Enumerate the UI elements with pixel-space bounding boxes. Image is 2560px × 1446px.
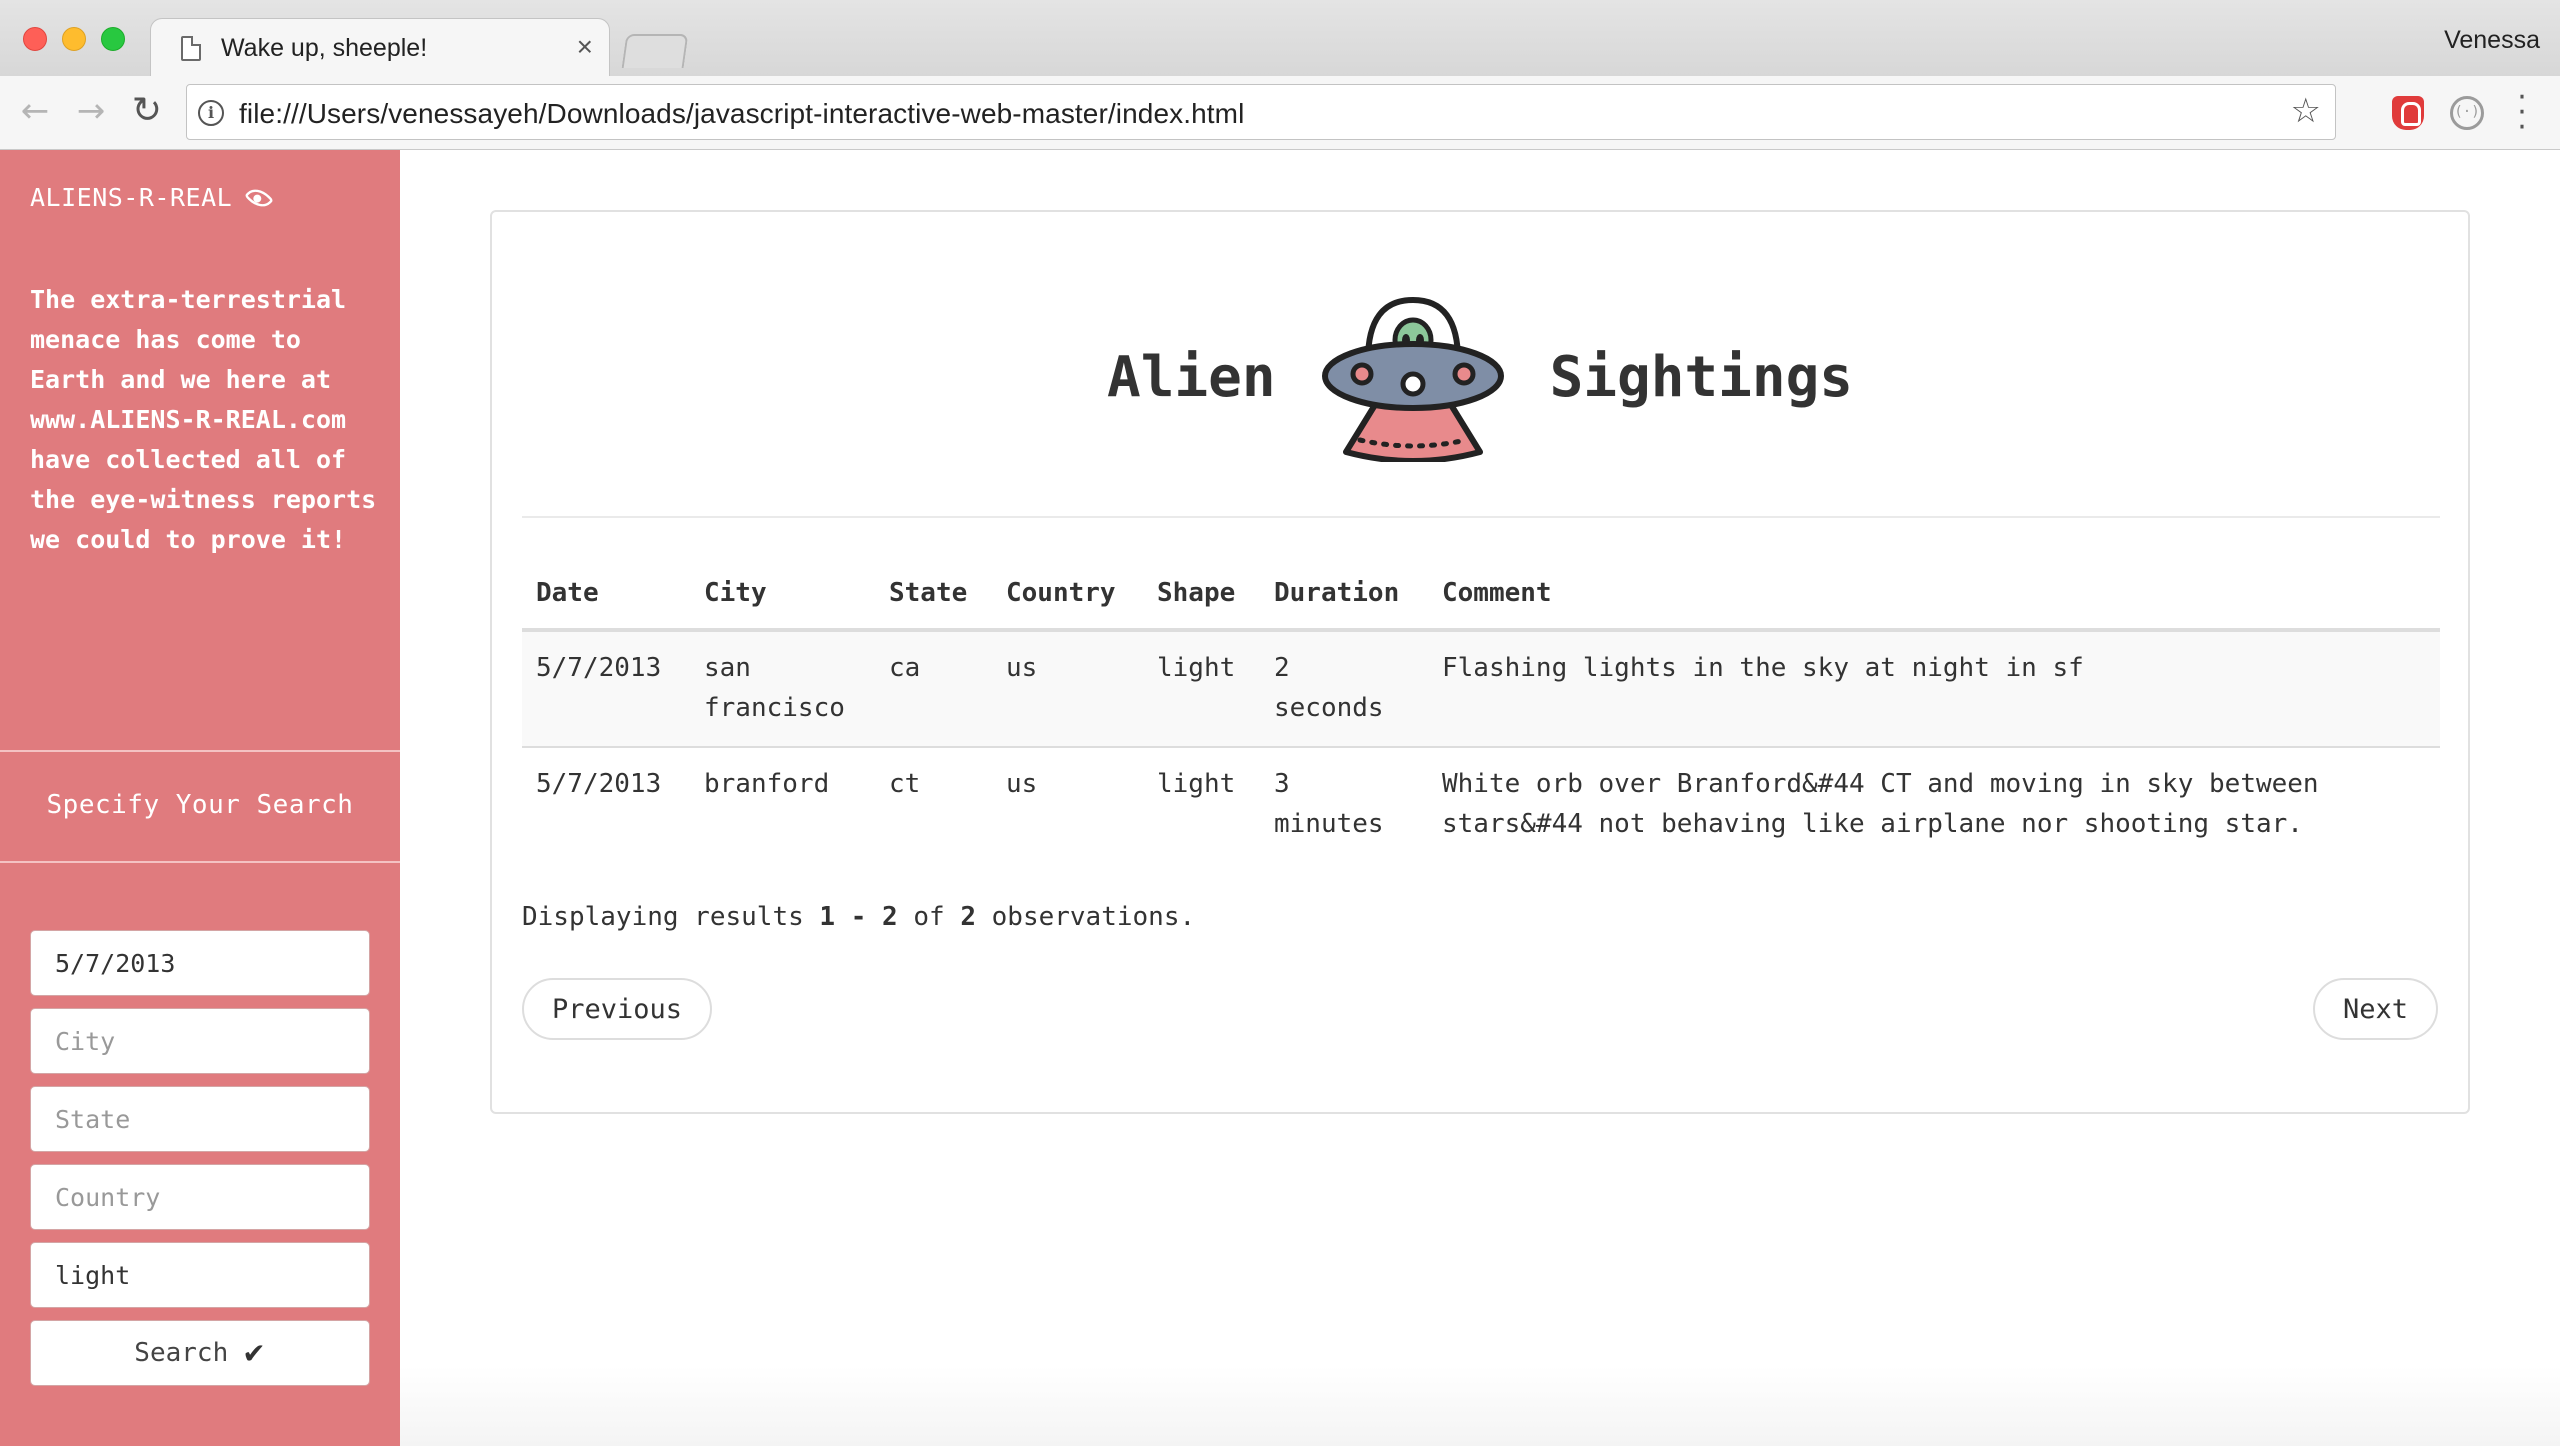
column-header-country[interactable]: Country [992,562,1143,632]
column-header-comment[interactable]: Comment [1428,562,2440,632]
table-row: 5/7/2013 san francisco ca us light 2 sec… [522,630,2440,748]
summary-of: of [897,902,961,932]
divider [0,750,400,752]
sightings-table: Date City State Country Shape Duration C… [522,562,2440,862]
browser-toolbar: ← → ↻ i file:///Users/venessayeh/Downloa… [0,76,2560,150]
cell-state: ct [889,769,921,799]
country-input[interactable] [30,1164,370,1230]
minimize-window-button[interactable] [62,27,86,51]
table-header-row: Date City State Country Shape Duration C… [522,562,2440,632]
zoom-window-button[interactable] [101,27,125,51]
column-header-city[interactable]: City [690,562,875,632]
eye-icon [244,182,274,213]
new-tab-button[interactable] [621,34,689,68]
divider [0,861,400,863]
state-input[interactable] [30,1086,370,1152]
document-icon [181,36,201,61]
header-divider [522,516,2440,518]
cell-city: san francisco [690,630,875,748]
browser-titlebar: Wake up, sheeple! × Venessa [0,0,2560,76]
browser-tab[interactable]: Wake up, sheeple! × [150,18,610,76]
results-summary: Displaying results 1 - 2 of 2 observatio… [522,902,1195,932]
forward-arrow-icon[interactable]: → [70,90,112,132]
cell-date: 5/7/2013 [536,769,662,799]
cell-country: us [992,630,1143,748]
bottom-shadow [400,1366,2560,1446]
tab-title: Wake up, sheeple! [221,34,428,62]
url-text[interactable]: file:///Users/venessayeh/Downloads/javas… [239,98,1244,130]
checkmark-icon: ✔ [242,1336,266,1370]
column-header-state[interactable]: State [875,562,992,632]
summary-prefix: Displaying results [522,902,820,932]
reload-icon[interactable]: ↻ [126,90,168,132]
title-right: Sightings [1549,344,1853,410]
ufo-icon [1321,296,1504,462]
cell-comment: White orb over Branford&#44 CT and movin… [1442,769,2319,839]
summary-start: 1 [819,902,836,932]
adblock-hand-icon[interactable] [2392,96,2424,130]
date-input[interactable] [30,930,370,996]
results-panel: Alien Sightings Date City State Country … [490,210,2470,1114]
column-header-shape[interactable]: Shape [1143,562,1260,632]
info-icon[interactable]: i [198,100,224,126]
brand[interactable]: ALIENS-R-REAL [30,182,274,213]
next-button[interactable]: Next [2312,978,2438,1040]
table-row: 5/7/2013 branford ct us light 3 minutes … [522,747,2440,862]
summary-total: 2 [960,902,976,932]
summary-suffix: observations. [975,902,1196,932]
cell-shape: light [1157,769,1236,799]
cell-duration: 3 minutes [1274,769,1384,839]
tab-close-button[interactable]: × [577,31,593,63]
kebab-menu-icon[interactable]: · · · [2512,83,2532,143]
extension-circle-icon[interactable]: (·) [2450,96,2484,130]
cell-state: ca [875,630,992,748]
cell-duration: 2 seconds [1260,630,1428,748]
column-header-duration[interactable]: Duration [1260,562,1428,632]
cell-city: branford [704,769,830,799]
page-header: Alien Sightings [492,292,2468,462]
summary-dash: - [835,902,883,932]
search-button-label: Search [134,1338,229,1368]
cell-shape: light [1143,630,1260,748]
summary-end: 2 [882,902,898,932]
address-bar[interactable]: i file:///Users/venessayeh/Downloads/jav… [186,84,2336,140]
cell-comment: Flashing lights in the sky at night in s… [1428,630,2440,748]
city-input[interactable] [30,1008,370,1074]
shape-input[interactable] [30,1242,370,1308]
cell-date: 5/7/2013 [522,630,690,748]
column-header-date[interactable]: Date [522,562,690,632]
title-left: Alien [1106,344,1276,410]
previous-button[interactable]: Previous [522,978,713,1040]
site-description: The extra-terrestrial menace has come to… [30,285,377,554]
search-heading: Specify Your Search [46,790,354,820]
cell-country: us [1006,769,1038,799]
sidebar: ALIENS-R-REAL The extra-terrestrial mena… [0,150,400,1446]
star-icon[interactable]: ☆ [2291,91,2321,131]
back-arrow-icon[interactable]: ← [14,90,56,132]
search-button[interactable]: Search ✔ [30,1320,370,1386]
brand-label: ALIENS-R-REAL [30,183,233,212]
profile-name[interactable]: Venessa [2444,26,2540,55]
close-window-button[interactable] [23,27,47,51]
